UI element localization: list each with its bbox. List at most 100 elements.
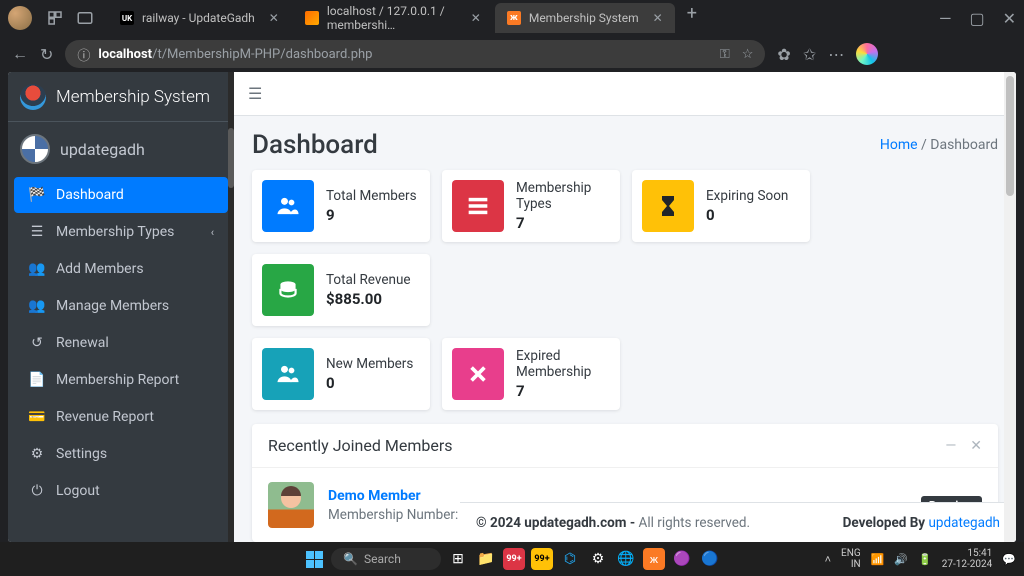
xampp-icon[interactable]: ж xyxy=(643,548,665,570)
minimize-icon[interactable]: — xyxy=(939,9,952,28)
list-icon xyxy=(452,180,504,232)
page-header: Dashboard Home / Dashboard xyxy=(234,116,1016,170)
sidebar-item-revenue-report[interactable]: 💳Revenue Report xyxy=(14,399,228,435)
avatar-icon xyxy=(268,482,314,528)
sidebar-item-label: Manage Members xyxy=(56,298,169,314)
workspaces-icon[interactable] xyxy=(46,9,64,27)
back-icon[interactable]: ← xyxy=(12,44,28,64)
stat-card-total-revenue[interactable]: Total Revenue$885.00 xyxy=(252,254,430,326)
sidebar-item-label: Dashboard xyxy=(56,187,124,203)
power-icon: ⏻ xyxy=(28,483,46,499)
close-icon[interactable]: ✕ xyxy=(269,11,279,25)
tab-label: railway - UpdateGadh xyxy=(142,11,255,25)
stat-value: 0 xyxy=(706,206,788,224)
users-icon: 👥 xyxy=(28,298,46,314)
footer-developed-link[interactable]: updategadh xyxy=(928,515,1000,531)
taskbar-search[interactable]: 🔍 Search xyxy=(331,548,441,570)
brand-title: Membership System xyxy=(56,87,210,107)
times-icon xyxy=(452,348,504,400)
stat-label: Membership Types xyxy=(516,180,610,212)
sidebar-item-renewal[interactable]: ↺Renewal xyxy=(14,325,228,361)
hamburger-icon[interactable]: ☰ xyxy=(248,84,262,103)
browser-tabs: UKrailway - UpdateGadh✕ localhost / 127.… xyxy=(108,3,707,33)
wifi-icon[interactable]: 📶 xyxy=(871,553,885,566)
sidebar-item-add-members[interactable]: 👥Add Members xyxy=(14,251,228,287)
vscode-icon[interactable]: ⌬ xyxy=(559,548,581,570)
sidebar-item-membership-types[interactable]: ☰Membership Types‹ xyxy=(14,214,228,250)
refresh-icon[interactable]: ↻ xyxy=(40,45,53,64)
notifications-icon[interactable]: 💬 xyxy=(1002,553,1016,566)
brand[interactable]: Membership System xyxy=(8,72,234,122)
sidebar: Membership System updategadh 🏁Dashboard … xyxy=(8,72,234,542)
browser-toolbar: ← ↻ ⓘ localhost/t/MembershipM-PHP/dashbo… xyxy=(0,36,1024,72)
stat-value: 7 xyxy=(516,382,610,400)
user-name: updategadh xyxy=(60,140,145,159)
language-indicator[interactable]: ENGIN xyxy=(841,548,861,570)
sidebar-item-label: Renewal xyxy=(56,335,109,351)
sidebar-item-label: Revenue Report xyxy=(56,409,154,425)
copilot-icon[interactable] xyxy=(856,43,878,65)
explorer-icon[interactable]: 📁 xyxy=(475,548,497,570)
favorites-bar-icon[interactable]: ✩ xyxy=(803,45,816,64)
browser-titlebar: UKrailway - UpdateGadh✕ localhost / 127.… xyxy=(0,0,1024,36)
stat-card-expiring-soon[interactable]: Expiring Soon0 xyxy=(632,170,810,242)
sidebar-item-logout[interactable]: ⏻ Logout xyxy=(14,473,228,509)
task-view-icon[interactable]: ⊞ xyxy=(447,548,469,570)
app-icon[interactable]: 99+ xyxy=(531,548,553,570)
main-scrollbar[interactable] xyxy=(1004,72,1016,542)
sidebar-item-label: Settings xyxy=(56,446,107,462)
close-icon[interactable]: ✕ xyxy=(653,11,663,25)
profile-avatar-icon[interactable] xyxy=(8,6,32,30)
battery-icon[interactable]: 🔋 xyxy=(918,553,932,566)
footer-copyright-rest: All rights reserved. xyxy=(635,515,750,531)
browser-tab[interactable]: UKrailway - UpdateGadh✕ xyxy=(108,3,291,33)
sidebar-item-label: Logout xyxy=(56,483,100,499)
start-icon[interactable] xyxy=(303,548,325,570)
sidebar-user[interactable]: updategadh xyxy=(8,122,234,176)
cogs-icon: ⚙ xyxy=(28,446,46,462)
app-icon[interactable]: 99+ xyxy=(503,548,525,570)
chrome-icon[interactable]: 🌐 xyxy=(615,548,637,570)
maximize-icon[interactable]: ▢ xyxy=(969,9,984,28)
extensions-icon[interactable]: ✿ xyxy=(777,45,790,64)
tab-actions-icon[interactable] xyxy=(76,9,94,27)
sidebar-item-settings[interactable]: ⚙ Settings xyxy=(14,436,228,472)
edge-icon[interactable]: 🔵 xyxy=(699,548,721,570)
menu-icon[interactable]: ⋯ xyxy=(828,45,844,64)
app-footer: © 2024 updategadh.com - All rights reser… xyxy=(460,502,1016,542)
site-info-icon[interactable]: ⓘ xyxy=(77,45,90,64)
settings-icon[interactable]: ⚙ xyxy=(587,548,609,570)
sidebar-nav: 🏁Dashboard ☰Membership Types‹ 👥Add Membe… xyxy=(8,176,234,542)
topbar: ☰ xyxy=(234,72,1016,116)
list-icon: ☰ xyxy=(28,224,46,240)
search-icon: 🔍 xyxy=(343,552,358,566)
volume-icon[interactable]: 🔊 xyxy=(894,553,908,566)
sidebar-item-manage-members[interactable]: 👥 Manage Members xyxy=(14,288,228,324)
close-icon[interactable]: ✕ xyxy=(471,11,481,25)
collapse-icon[interactable]: — xyxy=(945,438,956,454)
sidebar-item-dashboard[interactable]: 🏁Dashboard xyxy=(14,177,228,213)
sidebar-item-membership-report[interactable]: 📄Membership Report xyxy=(14,362,228,398)
breadcrumb-home-link[interactable]: Home xyxy=(880,137,918,153)
stat-card-expired-membership[interactable]: Expired Membership7 xyxy=(442,338,620,410)
stat-card-new-members[interactable]: New Members0 xyxy=(252,338,430,410)
stat-card-total-members[interactable]: Total Members9 xyxy=(252,170,430,242)
windows-taskbar: 🔍Search ⊞ 📁 99+ 99+ ⌬ ⚙ 🌐 ж 🟣 🔵 ˄ ENGIN … xyxy=(0,542,1024,576)
stat-value: 0 xyxy=(326,374,413,392)
coins-icon xyxy=(262,264,314,316)
search-placeholder: Search xyxy=(364,552,401,566)
password-icon[interactable]: ⚿ xyxy=(720,47,730,62)
clock[interactable]: 15:4127-12-2024 xyxy=(942,548,993,570)
browser-tab[interactable]: жMembership System✕ xyxy=(495,3,675,33)
stat-card-membership-types[interactable]: Membership Types7 xyxy=(442,170,620,242)
browser-tab[interactable]: localhost / 127.0.0.1 / membershi…✕ xyxy=(293,3,493,33)
address-bar[interactable]: ⓘ localhost/t/MembershipM-PHP/dashboard.… xyxy=(65,40,765,68)
footer-copyright-strong: © 2024 updategadh.com - xyxy=(476,515,635,531)
window-close-icon[interactable]: ✕ xyxy=(1003,9,1016,28)
app-icon[interactable]: 🟣 xyxy=(671,548,693,570)
favorite-icon[interactable]: ☆ xyxy=(742,47,754,62)
tray-chevron-icon[interactable]: ˄ xyxy=(825,553,831,566)
remove-icon[interactable]: ✕ xyxy=(970,438,982,454)
users-icon xyxy=(262,348,314,400)
new-tab-button[interactable]: + xyxy=(677,3,707,33)
